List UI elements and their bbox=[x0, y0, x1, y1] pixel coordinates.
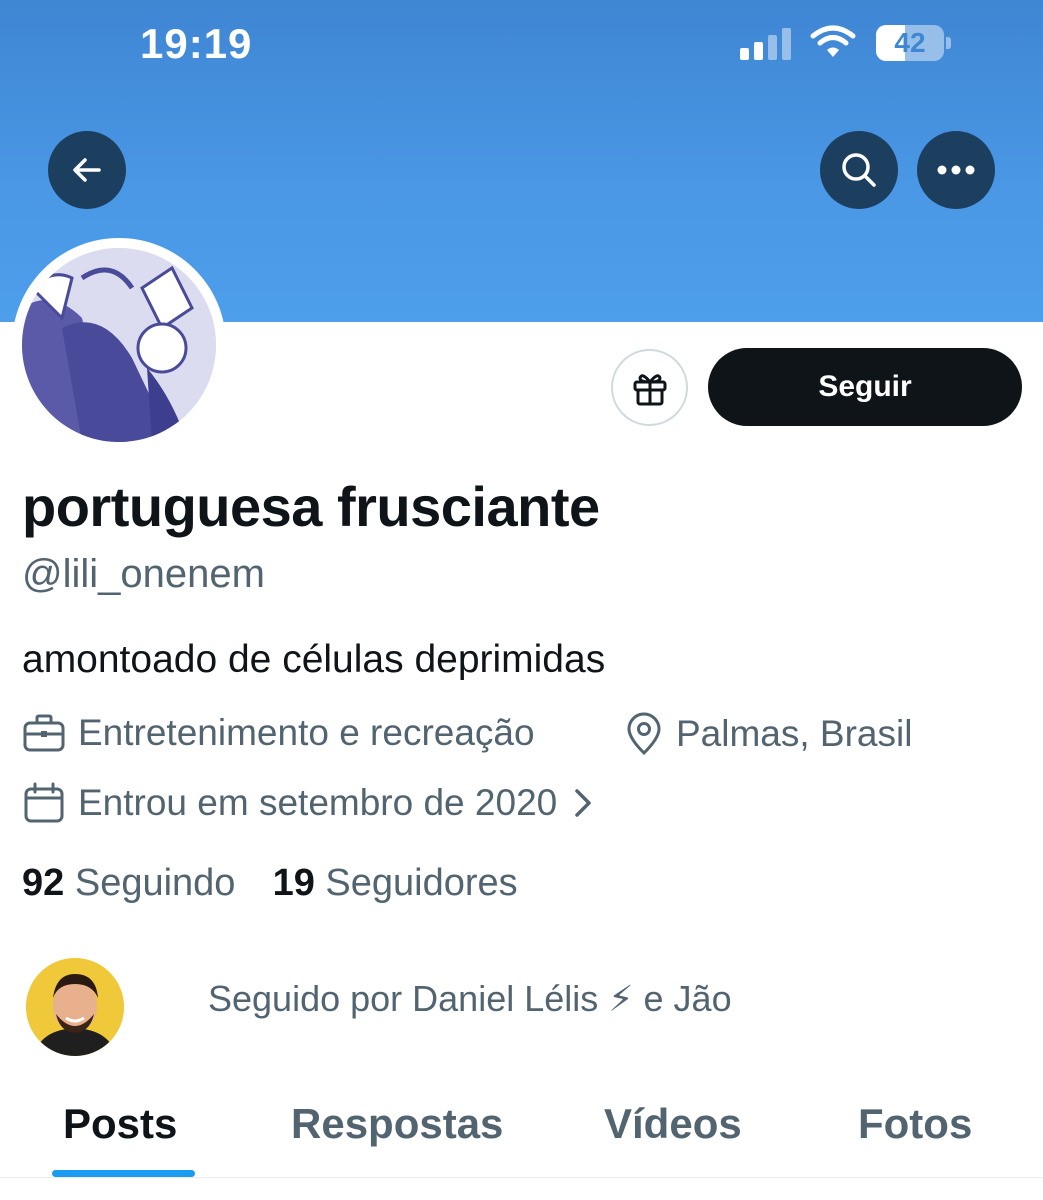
battery-icon: 42 bbox=[876, 25, 944, 61]
joined-date[interactable]: Entrou em setembro de 2020 bbox=[22, 782, 593, 824]
briefcase-icon bbox=[22, 713, 66, 753]
tab-photos[interactable]: Fotos bbox=[858, 1100, 972, 1148]
arrow-left-icon bbox=[73, 158, 101, 182]
search-icon bbox=[842, 153, 876, 187]
following-label: Seguindo bbox=[74, 862, 236, 904]
battery-percent: 42 bbox=[894, 27, 926, 58]
tab-divider bbox=[0, 1177, 1043, 1178]
gift-icon bbox=[633, 373, 666, 405]
avatar-illustration bbox=[22, 248, 216, 442]
display-name: portuguesa frusciante bbox=[22, 475, 600, 538]
follower-photo bbox=[26, 958, 124, 1056]
followers-label: Seguidores bbox=[325, 862, 518, 904]
tab-videos[interactable]: Vídeos bbox=[604, 1100, 742, 1148]
profile-category: Entretenimento e recreação bbox=[22, 712, 535, 754]
tab-replies[interactable]: Respostas bbox=[291, 1100, 503, 1148]
following-count: 92 bbox=[22, 862, 65, 904]
follow-stats: 92 Seguindo 19 Seguidores bbox=[22, 862, 518, 905]
active-tab-indicator bbox=[52, 1170, 195, 1177]
bio: amontoado de células deprimidas bbox=[22, 638, 606, 681]
gift-button[interactable] bbox=[611, 349, 688, 426]
user-handle: @lili_onenem bbox=[22, 552, 265, 596]
follower-avatar[interactable] bbox=[26, 958, 124, 1056]
more-horizontal-icon bbox=[937, 165, 975, 175]
tab-posts[interactable]: Posts bbox=[63, 1100, 177, 1148]
profile-location: Palmas, Brasil bbox=[624, 712, 912, 756]
calendar-icon bbox=[22, 782, 66, 824]
joined-text: Entrou em setembro de 2020 bbox=[78, 782, 558, 823]
wifi-icon bbox=[810, 24, 856, 65]
chevron-right-icon bbox=[573, 787, 593, 819]
followers-link[interactable]: 19 Seguidores bbox=[273, 862, 518, 904]
status-time: 19:19 bbox=[140, 20, 253, 67]
search-button[interactable] bbox=[820, 131, 898, 209]
back-button[interactable] bbox=[48, 131, 126, 209]
follow-button[interactable]: Seguir bbox=[708, 348, 1022, 426]
location-pin-icon bbox=[624, 712, 664, 756]
more-button[interactable] bbox=[917, 131, 995, 209]
location-text: Palmas, Brasil bbox=[676, 713, 913, 754]
followers-count: 19 bbox=[272, 862, 315, 904]
avatar[interactable] bbox=[22, 248, 216, 442]
cellular-signal-icon bbox=[740, 28, 792, 60]
followed-by-text[interactable]: Seguido por Daniel Lélis ⚡ e Jão bbox=[208, 978, 732, 1020]
following-link[interactable]: 92 Seguindo bbox=[22, 862, 246, 904]
category-text: Entretenimento e recreação bbox=[78, 712, 535, 753]
battery-tip bbox=[946, 37, 951, 49]
